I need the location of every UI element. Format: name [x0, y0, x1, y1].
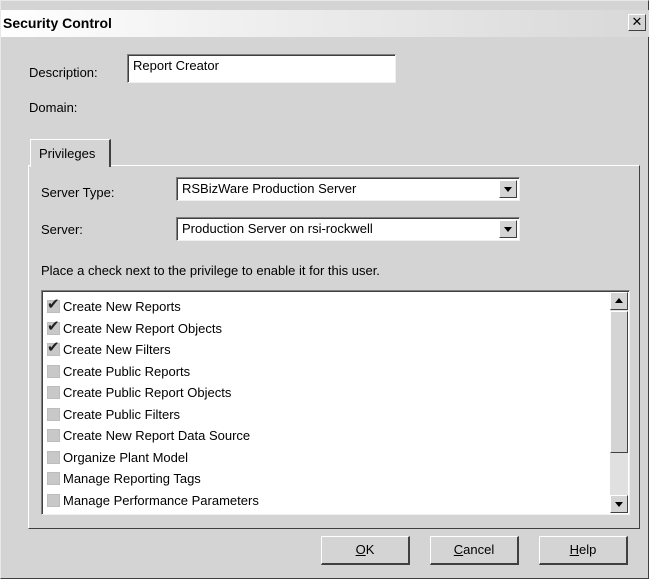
privilege-checkbox[interactable]: ✔	[47, 296, 60, 314]
privilege-list-item[interactable]: Manage Performance Parameters	[47, 490, 607, 512]
privilege-label: Create New Filters	[63, 342, 171, 358]
privilege-checkbox[interactable]: ✔	[47, 317, 60, 335]
privilege-label: Create Public Reports	[63, 363, 191, 379]
privilege-checkbox[interactable]	[47, 407, 60, 421]
privilege-list-item[interactable]: ✔ Create New Reports	[47, 296, 607, 318]
description-value: Report Creator	[133, 58, 219, 73]
description-field[interactable]: Report Creator	[127, 54, 396, 83]
server-type-label: Server Type:	[41, 185, 115, 200]
chevron-down-icon	[504, 227, 512, 232]
server-value: Production Server on rsi-rockwell	[182, 221, 373, 236]
help-button[interactable]: Help	[539, 536, 628, 565]
vertical-scrollbar[interactable]	[610, 292, 628, 513]
help-accel: H	[569, 542, 580, 557]
privilege-checkbox[interactable]: ✔	[47, 339, 60, 357]
privilege-label: Create New Report Objects	[63, 320, 222, 336]
window-title: Security Control	[3, 15, 112, 31]
privileges-listbox[interactable]: ✔ Create New Reports ✔ Create New Report Ob…	[41, 290, 630, 515]
server-label: Server:	[41, 222, 83, 237]
privilege-label: Create Public Filters	[63, 406, 181, 422]
server-type-dropdown-button[interactable]	[499, 180, 517, 198]
server-dropdown-button[interactable]	[499, 220, 517, 238]
privileges-list: ✔ Create New Reports ✔ Create New Report Ob…	[47, 296, 607, 511]
privilege-checkbox[interactable]	[47, 386, 60, 400]
privilege-list-item[interactable]: Create Public Filters	[47, 404, 607, 426]
checkmark-icon: ✔	[47, 317, 60, 335]
ok-rest: K	[365, 542, 375, 557]
privilege-label: Create Public Report Objects	[63, 385, 232, 401]
privilege-checkbox[interactable]	[47, 450, 60, 464]
privilege-checkbox[interactable]	[47, 472, 60, 486]
privilege-label: Create New Reports	[63, 299, 181, 315]
privilege-label: Organize Plant Model	[63, 449, 189, 465]
tab-privileges-label: Privileges	[39, 146, 96, 161]
tab-privileges[interactable]: Privileges	[30, 139, 111, 167]
privilege-list-item[interactable]: Organize Plant Model	[47, 447, 607, 469]
server-type-select[interactable]: RSBizWare Production Server	[176, 177, 520, 201]
privilege-list-item[interactable]: ✔ Create New Filters	[47, 339, 607, 361]
privilege-list-item[interactable]: Create Public Reports	[47, 361, 607, 383]
privilege-list-item[interactable]: Manage Reporting Tags	[47, 468, 607, 490]
privilege-label: Create New Report Data Source	[63, 428, 251, 444]
checkmark-icon: ✔	[47, 339, 60, 357]
privilege-list-item[interactable]: Create New Report Data Source	[47, 425, 607, 447]
domain-label: Domain:	[29, 100, 78, 115]
scroll-up-icon	[615, 298, 623, 303]
scroll-up-button[interactable]	[610, 292, 628, 310]
privilege-list-item[interactable]: ✔ Create New Report Objects	[47, 318, 607, 340]
close-button[interactable]: ✕	[628, 14, 646, 31]
scrollbar-thumb[interactable]	[610, 311, 628, 453]
security-control-dialog: Security Control ✕ Description: Report C…	[0, 0, 649, 579]
privilege-list-item[interactable]: Create Public Report Objects	[47, 382, 607, 404]
close-icon: ✕	[631, 14, 643, 29]
privilege-checkbox[interactable]	[47, 493, 60, 507]
privilege-label: Manage Performance Parameters	[63, 492, 259, 508]
instruction-text: Place a check next to the privilege to e…	[41, 263, 380, 278]
chevron-down-icon	[504, 187, 512, 192]
checkmark-icon: ✔	[47, 296, 60, 314]
privilege-checkbox[interactable]	[47, 364, 60, 378]
cancel-rest: ancel	[463, 542, 495, 557]
privilege-label: Manage Reporting Tags	[63, 471, 201, 487]
cancel-button[interactable]: Cancel	[430, 536, 519, 565]
privilege-checkbox[interactable]	[47, 429, 60, 443]
title-bar[interactable]: Security Control ✕	[1, 10, 649, 37]
server-type-value: RSBizWare Production Server	[182, 181, 357, 196]
ok-accel: O	[355, 542, 366, 557]
scroll-down-button[interactable]	[610, 495, 628, 513]
description-label: Description:	[29, 65, 98, 80]
server-select[interactable]: Production Server on rsi-rockwell	[176, 217, 520, 241]
help-rest: elp	[579, 542, 597, 557]
ok-button[interactable]: OK	[321, 536, 410, 565]
scroll-down-icon	[615, 502, 623, 507]
cancel-accel: C	[453, 542, 464, 557]
